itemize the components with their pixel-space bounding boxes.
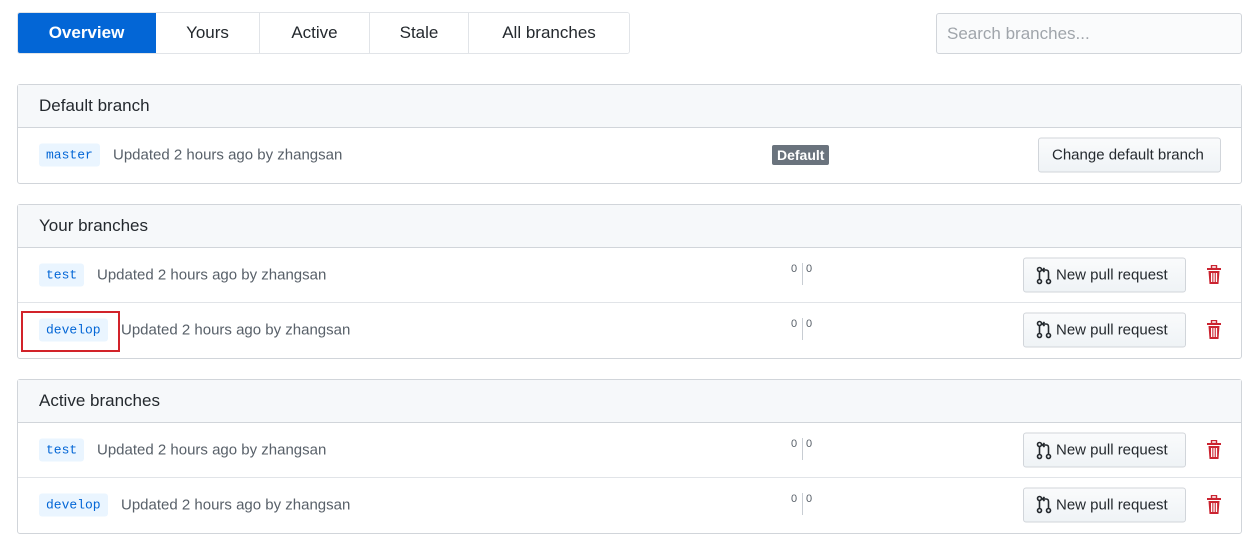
git-pull-request-icon (1036, 441, 1052, 459)
branch-name[interactable]: develop (39, 318, 108, 341)
branch-row-master: master Updated 2 hours ago by zhangsan D… (18, 128, 1241, 182)
git-pull-request-icon (1036, 495, 1052, 514)
tab-active[interactable]: Active (260, 13, 370, 53)
count-divider (802, 438, 803, 460)
trash-icon[interactable] (1206, 440, 1222, 460)
default-branch-box: Default branch master Updated 2 hours ag… (17, 84, 1242, 184)
new-pull-request-button[interactable]: New pull request (1023, 432, 1186, 468)
ahead-behind-count: 0 0 (791, 318, 815, 344)
default-branch-heading: Default branch (18, 85, 1241, 128)
tab-stale[interactable]: Stale (370, 13, 469, 53)
behind-count: 0 (791, 493, 798, 505)
behind-count: 0 (791, 318, 798, 330)
button-label: New pull request (1056, 496, 1168, 513)
search-branches-input[interactable] (936, 13, 1242, 54)
tab-all-branches[interactable]: All branches (469, 13, 629, 53)
git-pull-request-icon (1036, 266, 1052, 284)
behind-count: 0 (791, 263, 798, 275)
your-branches-box: Your branches test Updated 2 hours ago b… (17, 204, 1242, 359)
button-label: New pull request (1056, 441, 1168, 459)
branch-row-test: test Updated 2 hours ago by zhangsan 0 0… (18, 423, 1241, 477)
branch-meta: Updated 2 hours ago by zhangsan (97, 441, 327, 459)
your-branches-heading: Your branches (18, 205, 1241, 248)
trash-icon[interactable] (1206, 494, 1222, 515)
branch-meta: Updated 2 hours ago by zhangsan (121, 321, 351, 338)
branch-row-test: test Updated 2 hours ago by zhangsan 0 0… (18, 248, 1241, 302)
new-pull-request-button[interactable]: New pull request (1023, 257, 1186, 293)
branch-name[interactable]: develop (39, 493, 108, 516)
trash-icon[interactable] (1206, 265, 1222, 285)
active-branches-box: Active branches test Updated 2 hours ago… (17, 379, 1242, 534)
branch-row-develop: develop Updated 2 hours ago by zhangsan … (18, 477, 1241, 531)
ahead-count: 0 (806, 263, 813, 275)
ahead-behind-count: 0 0 (791, 263, 815, 289)
ahead-count: 0 (806, 493, 813, 505)
button-label: New pull request (1056, 321, 1168, 338)
branch-meta: Updated 2 hours ago by zhangsan (121, 496, 351, 513)
new-pull-request-button[interactable]: New pull request (1023, 487, 1186, 522)
branch-name[interactable]: test (39, 438, 85, 462)
tab-yours[interactable]: Yours (156, 13, 260, 53)
count-divider (802, 263, 803, 285)
branch-name[interactable]: test (39, 263, 85, 287)
git-pull-request-icon (1036, 320, 1052, 339)
tab-overview[interactable]: Overview (18, 13, 156, 53)
default-badge: Default (772, 145, 830, 165)
count-divider (802, 318, 803, 340)
new-pull-request-button[interactable]: New pull request (1023, 312, 1186, 347)
ahead-count: 0 (806, 438, 813, 450)
ahead-behind-count: 0 0 (791, 438, 815, 464)
branch-filter-tabs: Overview Yours Active Stale All branches (17, 12, 630, 54)
ahead-count: 0 (806, 318, 813, 330)
branch-meta: Updated 2 hours ago by zhangsan (113, 146, 343, 164)
branch-name[interactable]: master (39, 143, 100, 167)
ahead-behind-count: 0 0 (791, 493, 815, 519)
behind-count: 0 (791, 438, 798, 450)
active-branches-heading: Active branches (18, 380, 1241, 423)
branch-row-develop: develop Updated 2 hours ago by zhangsan … (18, 302, 1241, 356)
branch-meta: Updated 2 hours ago by zhangsan (97, 266, 327, 284)
change-default-branch-button[interactable]: Change default branch (1038, 137, 1221, 173)
trash-icon[interactable] (1206, 319, 1222, 340)
count-divider (802, 493, 803, 515)
button-label: New pull request (1056, 266, 1168, 284)
